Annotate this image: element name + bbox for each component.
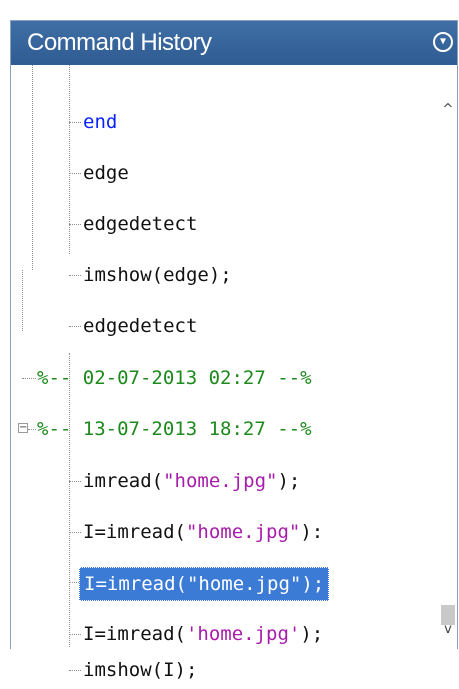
history-command: I=imread("home.jpg"): (83, 521, 324, 543)
chevron-down-icon[interactable]: v (439, 621, 457, 639)
history-command: edgedetect (83, 213, 198, 235)
history-item-selected[interactable]: I=imread("home.jpg"); (11, 563, 439, 601)
history-item[interactable]: edgedetect (11, 307, 439, 345)
history-command: end (83, 111, 118, 133)
circle-chevron-down-icon[interactable]: ▼ (433, 32, 453, 52)
tree-branch (69, 122, 81, 123)
history-command: imshow(edge); (83, 264, 232, 286)
history-item[interactable]: edgedetect (11, 205, 439, 243)
history-item[interactable]: imshow(edge); (11, 256, 439, 294)
tree-branch (69, 275, 81, 276)
tree-branch (69, 582, 79, 583)
tree-guide-bottom-inner (69, 353, 70, 647)
history-item[interactable]: I=imread("home.jpg"): (11, 513, 439, 551)
tree-branch (69, 481, 81, 482)
collapse-icon[interactable]: − (18, 423, 28, 433)
history-item[interactable]: imread("home.jpg"); (11, 462, 439, 500)
session-timestamp: %-- 13-07-2013 18:27 --% (37, 418, 312, 440)
history-item[interactable]: edge (11, 154, 439, 192)
history-command: imshow(I); (83, 659, 198, 681)
history-command: I=imread('home.jpg'); (83, 623, 324, 645)
history-command: I=imread("home.jpg"); (79, 567, 330, 601)
vertical-scrollbar[interactable]: ^ v (439, 65, 457, 649)
tree-branch (69, 173, 81, 174)
titlebar: Command History ▼ (11, 21, 457, 65)
history-command: edge (83, 162, 129, 184)
tree-branch (69, 670, 81, 671)
session-header[interactable]: %-- 02-07-2013 02:27 --% (11, 359, 439, 397)
panel-title: Command History (27, 29, 212, 56)
tree-branch (69, 224, 81, 225)
history-item[interactable]: imshow(I); (11, 651, 439, 689)
tree-branch (22, 378, 36, 379)
chevron-up-icon[interactable]: ^ (439, 101, 457, 119)
history-command: edgedetect (83, 315, 198, 337)
tree-branch (69, 326, 81, 327)
session-timestamp: %-- 02-07-2013 02:27 --% (37, 367, 312, 389)
command-history-panel: Command History ▼ end edge edgedetect im… (10, 20, 458, 681)
session-header[interactable]: − %-- 13-07-2013 18:27 --% (11, 410, 439, 448)
history-command: imread("home.jpg"); (83, 470, 301, 492)
tree-branch (69, 532, 81, 533)
history-list: end edge edgedetect imshow(edge); edgede… (11, 65, 439, 681)
tree-branch (69, 634, 81, 635)
history-item[interactable]: I=imread('home.jpg'); (11, 615, 439, 653)
history-item[interactable]: end (11, 103, 439, 141)
tree-branch (28, 429, 36, 430)
